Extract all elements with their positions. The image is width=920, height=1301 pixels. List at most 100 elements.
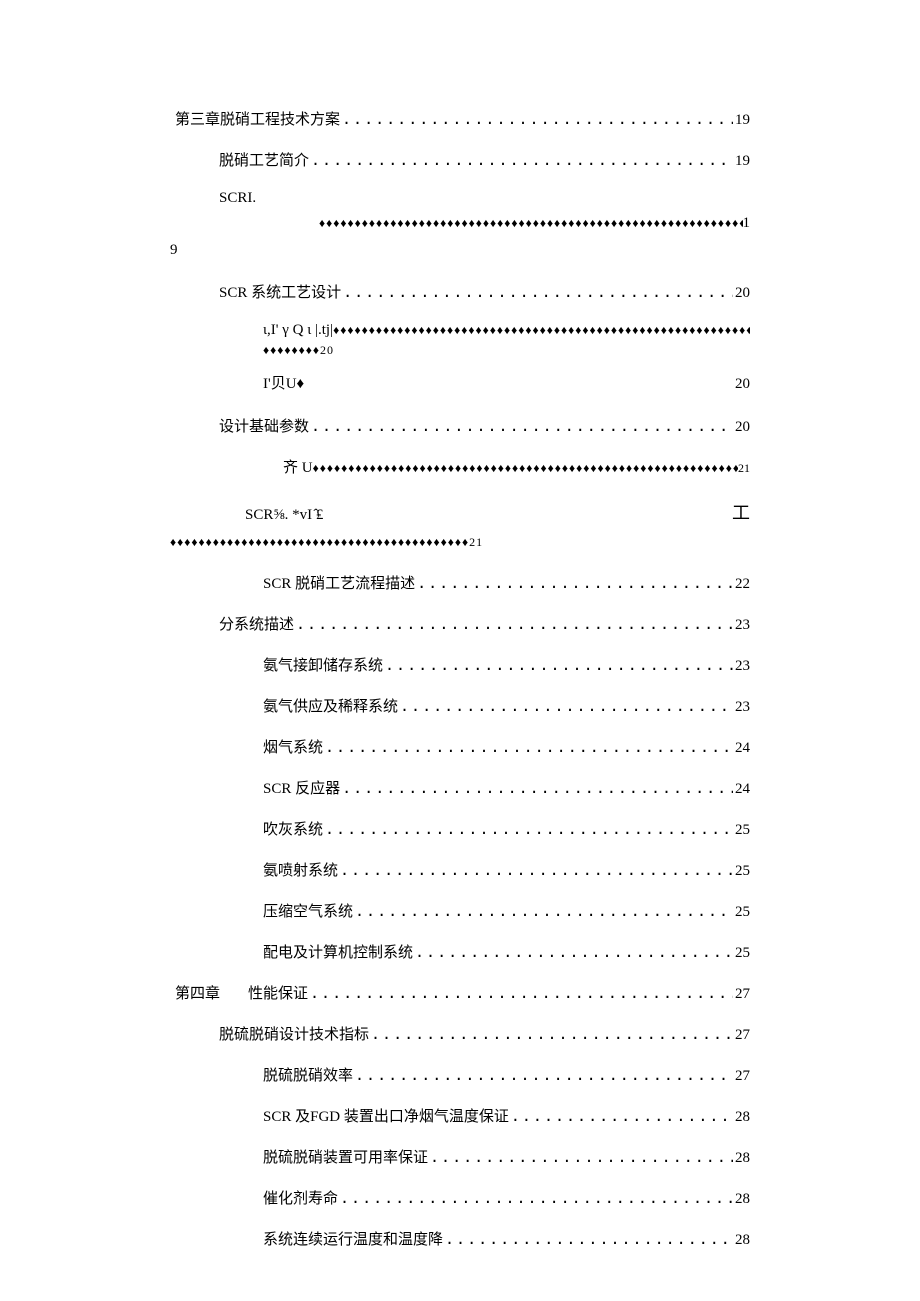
toc-entry-chapter4: 第四章 性能保证 ................................… [175, 982, 750, 1003]
toc-leader: ........................................… [343, 283, 733, 301]
toc-page: 20 [735, 376, 750, 393]
toc-page: 25 [735, 863, 750, 880]
toc-label: I'贝U♦ [263, 372, 304, 393]
toc-entry-intro: 脱硝工艺简介 .................................… [175, 149, 750, 170]
toc-page: 25 [735, 945, 750, 962]
toc-page: 24 [735, 781, 750, 798]
toc-entry-compressed-air: 压缩空气系统 .................................… [175, 900, 750, 921]
toc-page: 21 [738, 461, 750, 476]
toc-leader: ........................................… [385, 656, 733, 674]
toc-page-fragment: 1 [743, 215, 751, 232]
toc-label: 齐 U [283, 456, 313, 477]
toc-leader: ........................................… [311, 417, 733, 435]
toc-entry-scr-reactor: SCR 反应器 ................................… [175, 777, 750, 798]
toc-page: 27 [735, 986, 750, 1003]
toc-label: 氨喷射系统 [263, 859, 338, 880]
toc-entry-garbled-1: ι,I' γ Q ι |.tj| ♦♦♦♦♦♦♦♦♦♦♦♦♦♦♦♦♦♦♦♦♦♦♦… [263, 322, 750, 358]
toc-entry-catalyst-life: 催化剂寿命 ..................................… [175, 1187, 750, 1208]
toc-leader: ........................................… [342, 779, 733, 797]
toc-page: 23 [735, 617, 750, 634]
toc-leader: ........................................… [340, 1189, 733, 1207]
toc-entry-garbled-4: SCR⅝. *vI ̂₤ 工 ♦♦♦♦♦♦♦♦♦♦♦♦♦♦♦♦♦♦♦♦♦♦♦♦♦… [175, 499, 750, 550]
toc-leader: ........................................… [310, 984, 733, 1002]
toc-entry-scri: SCRI. ♦♦♦♦♦♦♦♦♦♦♦♦♦♦♦♦♦♦♦♦♦♦♦♦♦♦♦♦♦♦♦♦♦♦… [219, 190, 750, 232]
toc-label: 脱硝工艺简介 [219, 149, 309, 170]
toc-entry-electrical-control: 配电及计算机控制系统 .............................… [175, 941, 750, 962]
toc-entry-tech-index: 脱硫脱硝设计技术指标 .............................… [175, 1023, 750, 1044]
toc-page: 20 [735, 419, 750, 436]
toc-leader: ........................................… [355, 902, 733, 920]
toc-leader: ........................................… [325, 738, 733, 756]
toc-page: 27 [735, 1068, 750, 1085]
toc-leader: ........................................… [445, 1230, 733, 1248]
toc-label: 压缩空气系统 [263, 900, 353, 921]
toc-leader: ........................................… [342, 110, 733, 128]
toc-label: SCR 脱硝工艺流程描述 [263, 572, 415, 593]
toc-label: SCR⅝. *vI ̂₤ [245, 507, 323, 524]
toc-entry-nh3-injection: 氨喷射系统 ..................................… [175, 859, 750, 880]
toc-page-fragment: 9 [170, 242, 750, 259]
toc-page: 19 [735, 153, 750, 170]
diamond-leader: ♦♦♦♦♦♦♦♦♦♦♦♦♦♦♦♦♦♦♦♦♦♦♦♦♦♦♦♦♦♦♦♦♦♦♦♦♦♦♦♦… [333, 323, 750, 338]
toc-glyph: 工 [732, 499, 750, 525]
toc-label: 催化剂寿命 [263, 1187, 338, 1208]
toc-page: 23 [735, 699, 750, 716]
toc-entry-scr-flow: SCR 脱硝工艺流程描述 ...........................… [175, 572, 750, 593]
toc-leader: ........................................… [371, 1025, 733, 1043]
toc-page: 27 [735, 1027, 750, 1044]
toc-label: 脱硫脱硝效率 [263, 1064, 353, 1085]
toc-entry-garbled-2: I'贝U♦ 20 [263, 372, 750, 393]
toc-page: 28 [735, 1232, 750, 1249]
toc-entry-scr-design: SCR 系统工艺设计 .............................… [175, 281, 750, 302]
toc-entry-nh3-storage: 氨气接卸储存系统 ...............................… [175, 654, 750, 675]
toc-page: 28 [735, 1191, 750, 1208]
toc-page: 28 [735, 1150, 750, 1167]
toc-label: 系统连续运行温度和温度降 [263, 1228, 443, 1249]
toc-label: 设计基础参数 [219, 415, 309, 436]
toc-leader: ........................................… [296, 615, 733, 633]
toc-page: 20 [735, 285, 750, 302]
diamond-leader: ♦♦♦♦♦♦♦♦♦♦♦♦♦♦♦♦♦♦♦♦♦♦♦♦♦♦♦♦♦♦♦♦♦♦♦♦♦♦♦♦… [313, 461, 738, 476]
toc-label: 脱硫脱硝装置可用率保证 [263, 1146, 428, 1167]
toc-page: 23 [735, 658, 750, 675]
toc-leader: ........................................… [415, 943, 733, 961]
toc-label: ι,I' γ Q ι |.tj| [263, 322, 333, 339]
toc-entry-continuous-temp: 系统连续运行温度和温度降 ...........................… [175, 1228, 750, 1249]
toc-leader: ........................................… [400, 697, 733, 715]
toc-page: 24 [735, 740, 750, 757]
toc-label: 脱硫脱硝设计技术指标 [219, 1023, 369, 1044]
toc-label: 第四章 性能保证 [175, 982, 308, 1003]
toc-label: 烟气系统 [263, 736, 323, 757]
toc-leader: ........................................… [325, 820, 733, 838]
toc-label: 分系统描述 [219, 613, 294, 634]
toc-label: SCR 系统工艺设计 [219, 281, 341, 302]
toc-label: 第三章脱硝工程技术方案 [175, 108, 340, 129]
toc-page: 19 [735, 112, 750, 129]
toc-leader: ........................................… [511, 1107, 733, 1125]
toc-entry-nh3-supply: 氨气供应及稀释系统 ..............................… [175, 695, 750, 716]
toc-label: 氨气供应及稀释系统 [263, 695, 398, 716]
toc-leader: ........................................… [340, 861, 733, 879]
toc-label: 配电及计算机控制系统 [263, 941, 413, 962]
toc-entry-availability: 脱硫脱硝装置可用率保证 ............................… [175, 1146, 750, 1167]
toc-entry-temp-guarantee: SCR 及FGD 装置出口净烟气温度保证 ...................… [175, 1105, 750, 1126]
toc-label: 氨气接卸储存系统 [263, 654, 383, 675]
toc-page: 25 [735, 822, 750, 839]
toc-entry-flue-gas: 烟气系统 ...................................… [175, 736, 750, 757]
toc-page: 25 [735, 904, 750, 921]
toc-entry-chapter3: 第三章脱硝工程技术方案 ............................… [175, 108, 750, 129]
diamond-leader-with-page: ♦♦♦♦♦♦♦♦♦♦♦♦♦♦♦♦♦♦♦♦♦♦♦♦♦♦♦♦♦♦♦♦♦♦♦♦♦♦♦♦… [170, 535, 750, 550]
diamond-leader: ♦♦♦♦♦♦♦♦♦♦♦♦♦♦♦♦♦♦♦♦♦♦♦♦♦♦♦♦♦♦♦♦♦♦♦♦♦♦♦♦… [319, 216, 743, 231]
toc-entry-garbled-3: 齐 U ♦♦♦♦♦♦♦♦♦♦♦♦♦♦♦♦♦♦♦♦♦♦♦♦♦♦♦♦♦♦♦♦♦♦♦♦… [283, 456, 750, 477]
toc-page: 28 [735, 1109, 750, 1126]
toc-leader: ........................................… [430, 1148, 733, 1166]
toc-label: SCR 及FGD 装置出口净烟气温度保证 [263, 1105, 509, 1126]
toc-label: SCR 反应器 [263, 777, 340, 798]
toc-page: 第三章脱硝工程技术方案 ............................… [175, 108, 750, 1269]
toc-entry-soot-blower: 吹灰系统 ...................................… [175, 818, 750, 839]
toc-leader: ........................................… [417, 574, 733, 592]
toc-page-fragment: ♦♦♦♦♦♦♦♦20 [263, 343, 750, 358]
chapter-name: 性能保证 [248, 986, 308, 1002]
toc-leader: ........................................… [355, 1066, 733, 1084]
chapter-number: 第四章 [175, 982, 220, 1003]
